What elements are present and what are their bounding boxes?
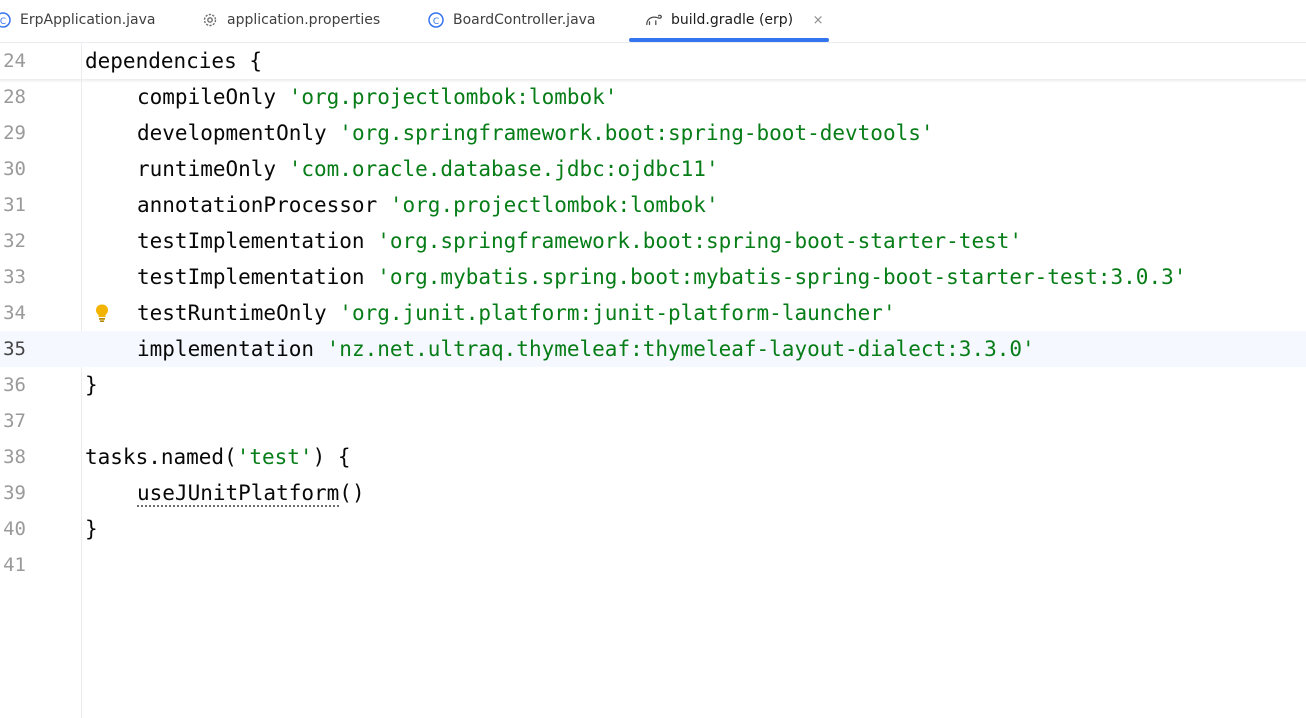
code-text: runtimeOnly 'com.oracle.database.jdbc:oj…: [137, 157, 719, 181]
string-literal: 'test': [236, 445, 313, 469]
java-class-icon: C: [0, 11, 12, 29]
tab-erpapplication-java[interactable]: C ErpApplication.java: [0, 0, 156, 40]
code-line[interactable]: 31 annotationProcessor 'org.projectlombo…: [0, 187, 1306, 223]
string-literal: 'org.mybatis.spring.boot:mybatis-spring-…: [377, 265, 1187, 289]
string-literal: 'org.springframework.boot:spring-boot-de…: [339, 121, 934, 145]
string-literal: 'com.oracle.database.jdbc:ojdbc11': [288, 157, 719, 181]
string-literal: 'org.projectlombok:lombok': [288, 85, 618, 109]
line-number: 29: [3, 122, 26, 144]
line-number: 31: [3, 194, 26, 216]
lightbulb-icon[interactable]: [93, 303, 111, 323]
line-number: 24: [3, 50, 26, 72]
gear-icon: [201, 11, 219, 29]
code-text: }: [85, 517, 98, 541]
code-text: tasks.named('test') {: [85, 445, 351, 469]
line-number: 30: [3, 158, 26, 180]
code-line[interactable]: 28 compileOnly 'org.projectlombok:lombok…: [0, 79, 1306, 115]
code-line[interactable]: 32 testImplementation 'org.springframewo…: [0, 223, 1306, 259]
code-line[interactable]: 30 runtimeOnly 'com.oracle.database.jdbc…: [0, 151, 1306, 187]
code-text: compileOnly 'org.projectlombok:lombok': [137, 85, 618, 109]
code-line[interactable]: 36 }: [0, 367, 1306, 403]
code-line[interactable]: 24 dependencies {: [0, 43, 1306, 79]
gradle-elephant-icon: [645, 11, 663, 29]
tab-label: build.gradle (erp): [671, 12, 794, 28]
line-number: 36: [3, 374, 26, 396]
line-number: 39: [3, 482, 26, 504]
line-number: 33: [3, 266, 26, 288]
code-text: developmentOnly 'org.springframework.boo…: [137, 121, 934, 145]
code-line[interactable]: 38 tasks.named('test') {: [0, 439, 1306, 475]
tab-application-properties[interactable]: application.properties: [201, 0, 380, 40]
code-text: testImplementation 'org.springframework.…: [137, 229, 1023, 253]
string-literal: 'org.springframework.boot:spring-boot-st…: [377, 229, 1023, 253]
tab-boardcontroller-java[interactable]: C BoardController.java: [427, 0, 596, 40]
close-icon[interactable]: ×: [811, 13, 825, 28]
string-literal: 'org.projectlombok:lombok': [389, 193, 719, 217]
code-text: testImplementation 'org.mybatis.spring.b…: [137, 265, 1187, 289]
code-text: implementation 'nz.net.ultraq.thymeleaf:…: [137, 337, 1035, 361]
code-text: useJUnitPlatform(): [137, 481, 365, 505]
line-number: 32: [3, 230, 26, 252]
tab-label: application.properties: [227, 12, 381, 28]
string-literal: 'org.junit.platform:junit-platform-launc…: [339, 301, 896, 325]
code-line[interactable]: 29 developmentOnly 'org.springframework.…: [0, 115, 1306, 151]
code-line[interactable]: 41: [0, 547, 1306, 583]
code-editor[interactable]: 24 dependencies { 28 compileOnly 'org.pr…: [0, 43, 1306, 718]
code-line[interactable]: 33 testImplementation 'org.mybatis.sprin…: [0, 259, 1306, 295]
line-number: 37: [3, 410, 26, 432]
method-call: useJUnitPlatform: [137, 481, 340, 505]
tab-label: BoardController.java: [453, 12, 596, 28]
line-number: 41: [3, 554, 26, 576]
code-text: }: [85, 373, 98, 397]
code-text: annotationProcessor 'org.projectlombok:l…: [137, 193, 719, 217]
code-line[interactable]: 40 }: [0, 511, 1306, 547]
string-literal: 'nz.net.ultraq.thymeleaf:thymeleaf-layou…: [326, 337, 1035, 361]
active-tab-indicator: [629, 38, 829, 42]
code-text: testRuntimeOnly 'org.junit.platform:juni…: [137, 301, 896, 325]
line-number: 35: [3, 338, 26, 360]
tab-label: ErpApplication.java: [20, 12, 156, 28]
code-text: dependencies {: [85, 49, 263, 73]
line-number: 38: [3, 446, 26, 468]
code-line[interactable]: 34 testRuntimeOnly 'org.junit.platform:j…: [0, 295, 1306, 331]
svg-text:C: C: [433, 17, 439, 27]
code-line[interactable]: 37: [0, 403, 1306, 439]
line-number: 40: [3, 518, 26, 540]
code-line-current[interactable]: 35 implementation 'nz.net.ultraq.thymele…: [0, 331, 1306, 367]
line-number: 28: [3, 86, 26, 108]
line-number: 34: [3, 302, 26, 324]
java-class-icon: C: [427, 11, 445, 29]
tab-build-gradle[interactable]: build.gradle (erp) ×: [645, 0, 825, 40]
code-line[interactable]: 39 useJUnitPlatform(): [0, 475, 1306, 511]
editor-tab-bar: C ErpApplication.java application.proper…: [0, 0, 1306, 43]
svg-text:C: C: [0, 17, 6, 27]
